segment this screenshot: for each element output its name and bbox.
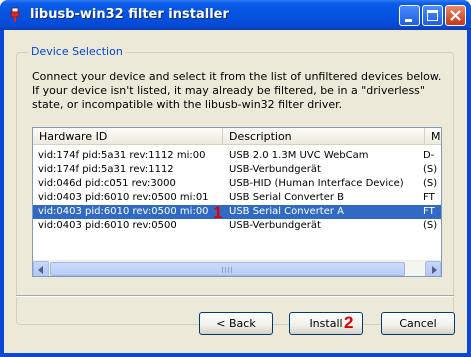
- maximize-icon: [427, 10, 438, 21]
- scroll-left-button[interactable]: [33, 261, 49, 276]
- hardware-id-cell: vid:046d pid:c051 rev:3000: [38, 178, 176, 189]
- column-header-description[interactable]: Description: [223, 128, 425, 145]
- instructions-text: Connect your device and select it from t…: [32, 70, 442, 111]
- description-cell: USB 2.0 1.3M UVC WebCam: [229, 150, 369, 161]
- list-row[interactable]: vid:0403 pid:6010 rev:0500 USB-Verbundge…: [33, 219, 441, 233]
- column-header-m[interactable]: M: [425, 128, 441, 145]
- list-row[interactable]: vid:174f pid:5a31 rev:1112 mi:00 USB 2.0…: [33, 149, 441, 163]
- description-cell: USB-Verbundgerät: [229, 220, 321, 231]
- device-list[interactable]: Hardware ID Description M vid:174f pid:5…: [32, 127, 442, 277]
- hardware-id-cell: vid:0403 pid:6010 rev:0500 mi:01: [38, 192, 209, 203]
- list-header: Hardware ID Description M: [33, 128, 441, 145]
- hardware-id-cell: vid:174f pid:5a31 rev:1112: [38, 164, 174, 175]
- horizontal-scrollbar[interactable]: [33, 260, 441, 276]
- annotation-marker-1: 1: [213, 203, 223, 222]
- m-cell: (S): [423, 164, 438, 175]
- close-icon: [450, 10, 461, 21]
- description-cell: USB-Verbundgerät: [229, 164, 321, 175]
- description-cell: USB Serial Converter A: [229, 206, 345, 217]
- maximize-button[interactable]: [422, 5, 443, 26]
- m-cell: FT: [423, 192, 435, 203]
- grip-icon: [222, 267, 232, 273]
- description-cell: USB-HID (Human Interface Device): [229, 178, 404, 189]
- cancel-button[interactable]: Cancel: [381, 312, 455, 335]
- arrow-right-icon: [432, 266, 437, 274]
- scroll-right-button[interactable]: [425, 261, 441, 276]
- arrow-left-icon: [38, 266, 43, 274]
- install-button-label: Install: [309, 317, 343, 330]
- list-row[interactable]: vid:174f pid:5a31 rev:1112 USB-Verbundge…: [33, 163, 441, 177]
- minimize-icon: [405, 19, 412, 22]
- list-row[interactable]: vid:0403 pid:6010 rev:0500 mi:01 USB Ser…: [33, 191, 441, 205]
- minimize-button[interactable]: [399, 5, 420, 26]
- hardware-id-cell: vid:0403 pid:6010 rev:0500: [38, 220, 177, 231]
- hardware-id-cell: vid:0403 pid:6010 rev:0500 mi:00: [38, 206, 209, 217]
- group-caption: Device Selection: [28, 45, 126, 58]
- title-bar[interactable]: libusb-win32 filter installer: [0, 0, 471, 30]
- window-title: libusb-win32 filter installer: [30, 7, 229, 22]
- list-row-selected[interactable]: vid:0403 pid:6010 rev:0500 mi:00 USB Ser…: [33, 205, 441, 219]
- m-cell: FT: [423, 206, 435, 217]
- installer-window: libusb-win32 filter installer Device Sel…: [0, 0, 471, 357]
- hardware-id-cell: vid:174f pid:5a31 rev:1112 mi:00: [38, 150, 206, 161]
- usb-plug-icon: [10, 7, 20, 22]
- separator-line-highlight: [16, 296, 454, 297]
- description-cell: USB Serial Converter B: [229, 192, 345, 203]
- close-button[interactable]: [445, 5, 466, 26]
- back-button[interactable]: < Back: [199, 312, 273, 335]
- column-header-hardware-id[interactable]: Hardware ID: [33, 128, 223, 145]
- annotation-marker-2: 2: [344, 313, 354, 332]
- list-row[interactable]: vid:046d pid:c051 rev:3000 USB-HID (Huma…: [33, 177, 441, 191]
- dialog-client-area: Device Selection Connect your device and…: [4, 30, 467, 353]
- m-cell: D-: [423, 150, 435, 161]
- scrollbar-thumb[interactable]: [50, 262, 405, 276]
- m-cell: (S): [423, 178, 438, 189]
- m-cell: (S): [423, 220, 438, 231]
